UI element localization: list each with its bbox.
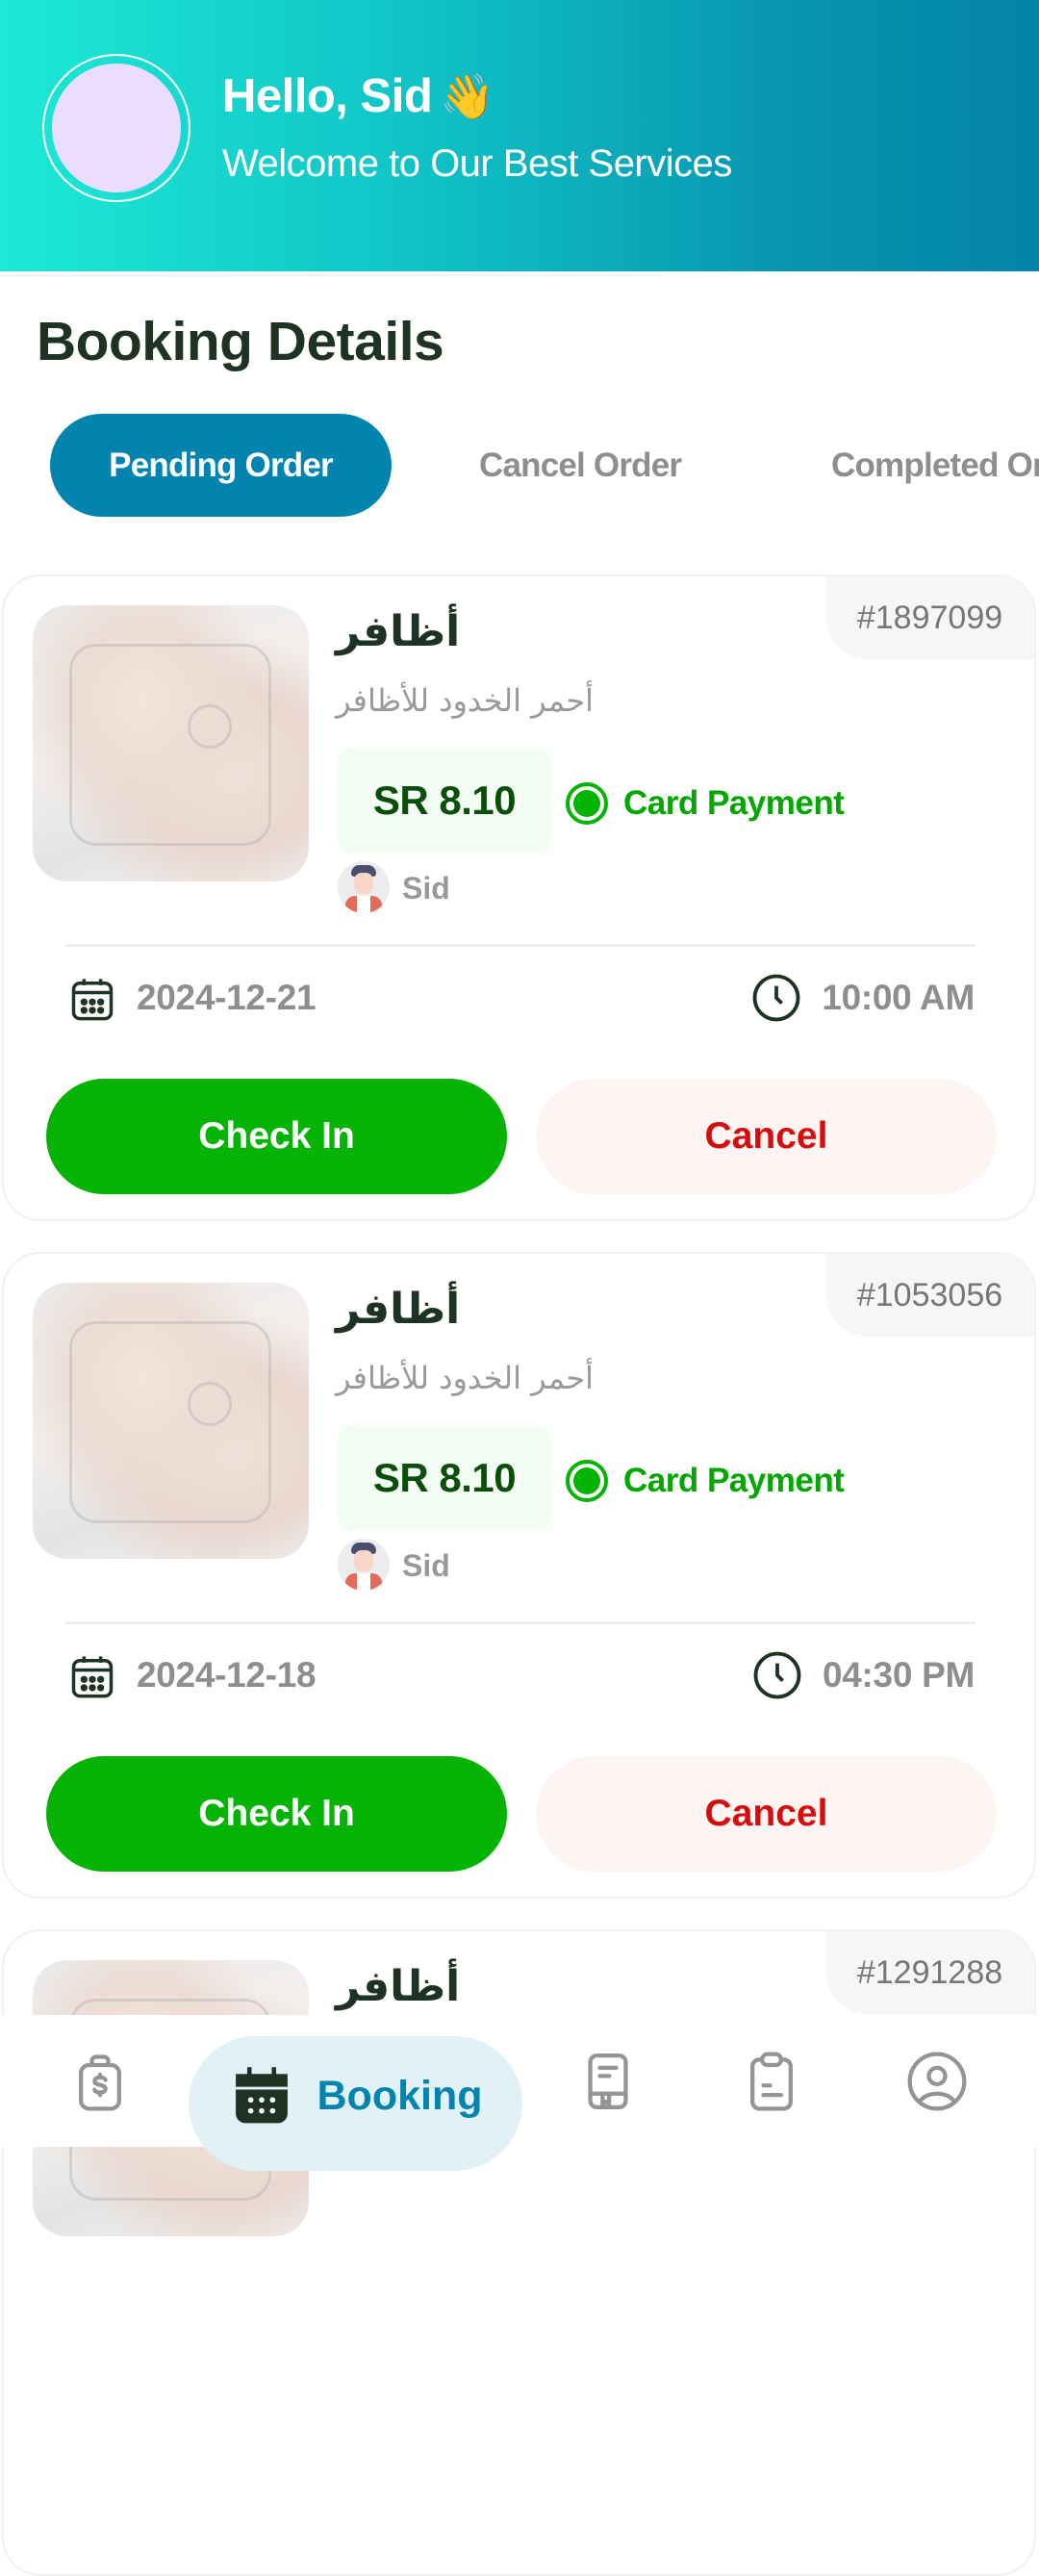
- customer-name: Sid: [402, 1548, 450, 1583]
- booking-time: 04:30 PM: [822, 1655, 975, 1695]
- calendar-icon: [71, 1656, 114, 1698]
- nav-catalog[interactable]: [558, 2015, 658, 2147]
- clock-icon: [752, 974, 800, 1022]
- image-placeholder-icon: [69, 644, 271, 846]
- check-in-button[interactable]: Check In: [46, 1079, 507, 1194]
- calendar-icon: [71, 979, 114, 1021]
- page-title: Booking Details: [37, 311, 444, 372]
- welcome-subtitle: Welcome to Our Best Services: [222, 142, 732, 185]
- cancel-button[interactable]: Cancel: [536, 1756, 997, 1872]
- price: SR 8.10: [338, 1425, 551, 1531]
- booking-time-row: 04:30 PM: [751, 1646, 975, 1704]
- payment-method: Card Payment: [623, 1462, 845, 1499]
- service-title: أظافر: [336, 1962, 461, 2011]
- cancel-button[interactable]: Cancel: [536, 1079, 997, 1194]
- service-title: أظافر: [336, 607, 461, 656]
- bottom-navigation: Booking: [0, 2015, 1039, 2171]
- money-bag-icon: [79, 2053, 121, 2110]
- booking-date: 2024-12-21: [137, 978, 317, 1017]
- nav-booking[interactable]: Booking: [189, 2036, 522, 2171]
- service-image: [33, 1283, 309, 1559]
- order-status-tabs: Pending Order Cancel Order Completed Ord…: [0, 414, 1039, 518]
- avatar[interactable]: [42, 54, 190, 202]
- service-title: أظافر: [336, 1285, 461, 1334]
- clock-icon: [753, 1651, 801, 1699]
- booking-card: #1053056 أظافر أحمر الخدود للأظافر SR 8.…: [2, 1252, 1036, 1899]
- book-icon: [588, 2053, 628, 2109]
- nav-tasks[interactable]: [722, 2015, 822, 2147]
- nav-profile[interactable]: [887, 2015, 987, 2147]
- clipboard-icon: [750, 2052, 793, 2110]
- wave-icon: 👋: [440, 71, 495, 121]
- payment-method: Card Payment: [623, 784, 845, 822]
- customer-avatar: [338, 861, 390, 913]
- booking-date: 2024-12-18: [137, 1655, 317, 1695]
- order-id-badge: #1897099: [825, 576, 1034, 660]
- customer-name: Sid: [402, 871, 450, 905]
- customer-avatar: [338, 1539, 390, 1591]
- divider: [65, 944, 976, 947]
- nav-earnings[interactable]: [50, 2015, 150, 2147]
- nav-booking-label: Booking: [317, 2073, 483, 2119]
- order-id-badge: #1291288: [825, 1931, 1034, 2015]
- divider: [65, 1621, 976, 1624]
- tab-cancel-order[interactable]: Cancel Order: [479, 414, 682, 517]
- payment-status-icon: [566, 782, 608, 825]
- calendar-icon: [235, 2067, 288, 2124]
- image-placeholder-icon: [69, 1321, 271, 1523]
- tab-pending-order[interactable]: Pending Order: [50, 414, 392, 517]
- check-in-button[interactable]: Check In: [46, 1756, 507, 1872]
- order-id-badge: #1053056: [825, 1254, 1034, 1338]
- tab-completed-order[interactable]: Completed Order: [831, 414, 1039, 517]
- payment-status-icon: [566, 1460, 608, 1502]
- greeting-text: Hello, Sid: [222, 70, 433, 122]
- price: SR 8.10: [338, 748, 551, 854]
- service-image: [33, 605, 309, 881]
- header-banner: Hello, Sid 👋 Welcome to Our Best Services: [0, 0, 1039, 271]
- booking-time-row: 10:00 AM: [750, 969, 975, 1027]
- booking-card: #1897099 أظافر أحمر الخدود للأظافر SR 8.…: [2, 574, 1036, 1221]
- profile-icon: [907, 2052, 967, 2110]
- booking-time: 10:00 AM: [822, 978, 975, 1017]
- greeting: Hello, Sid 👋: [222, 69, 495, 123]
- service-subtitle: أحمر الخدود للأظافر: [336, 682, 594, 719]
- service-subtitle: أحمر الخدود للأظافر: [336, 1360, 594, 1396]
- avatar-placeholder: [52, 64, 181, 192]
